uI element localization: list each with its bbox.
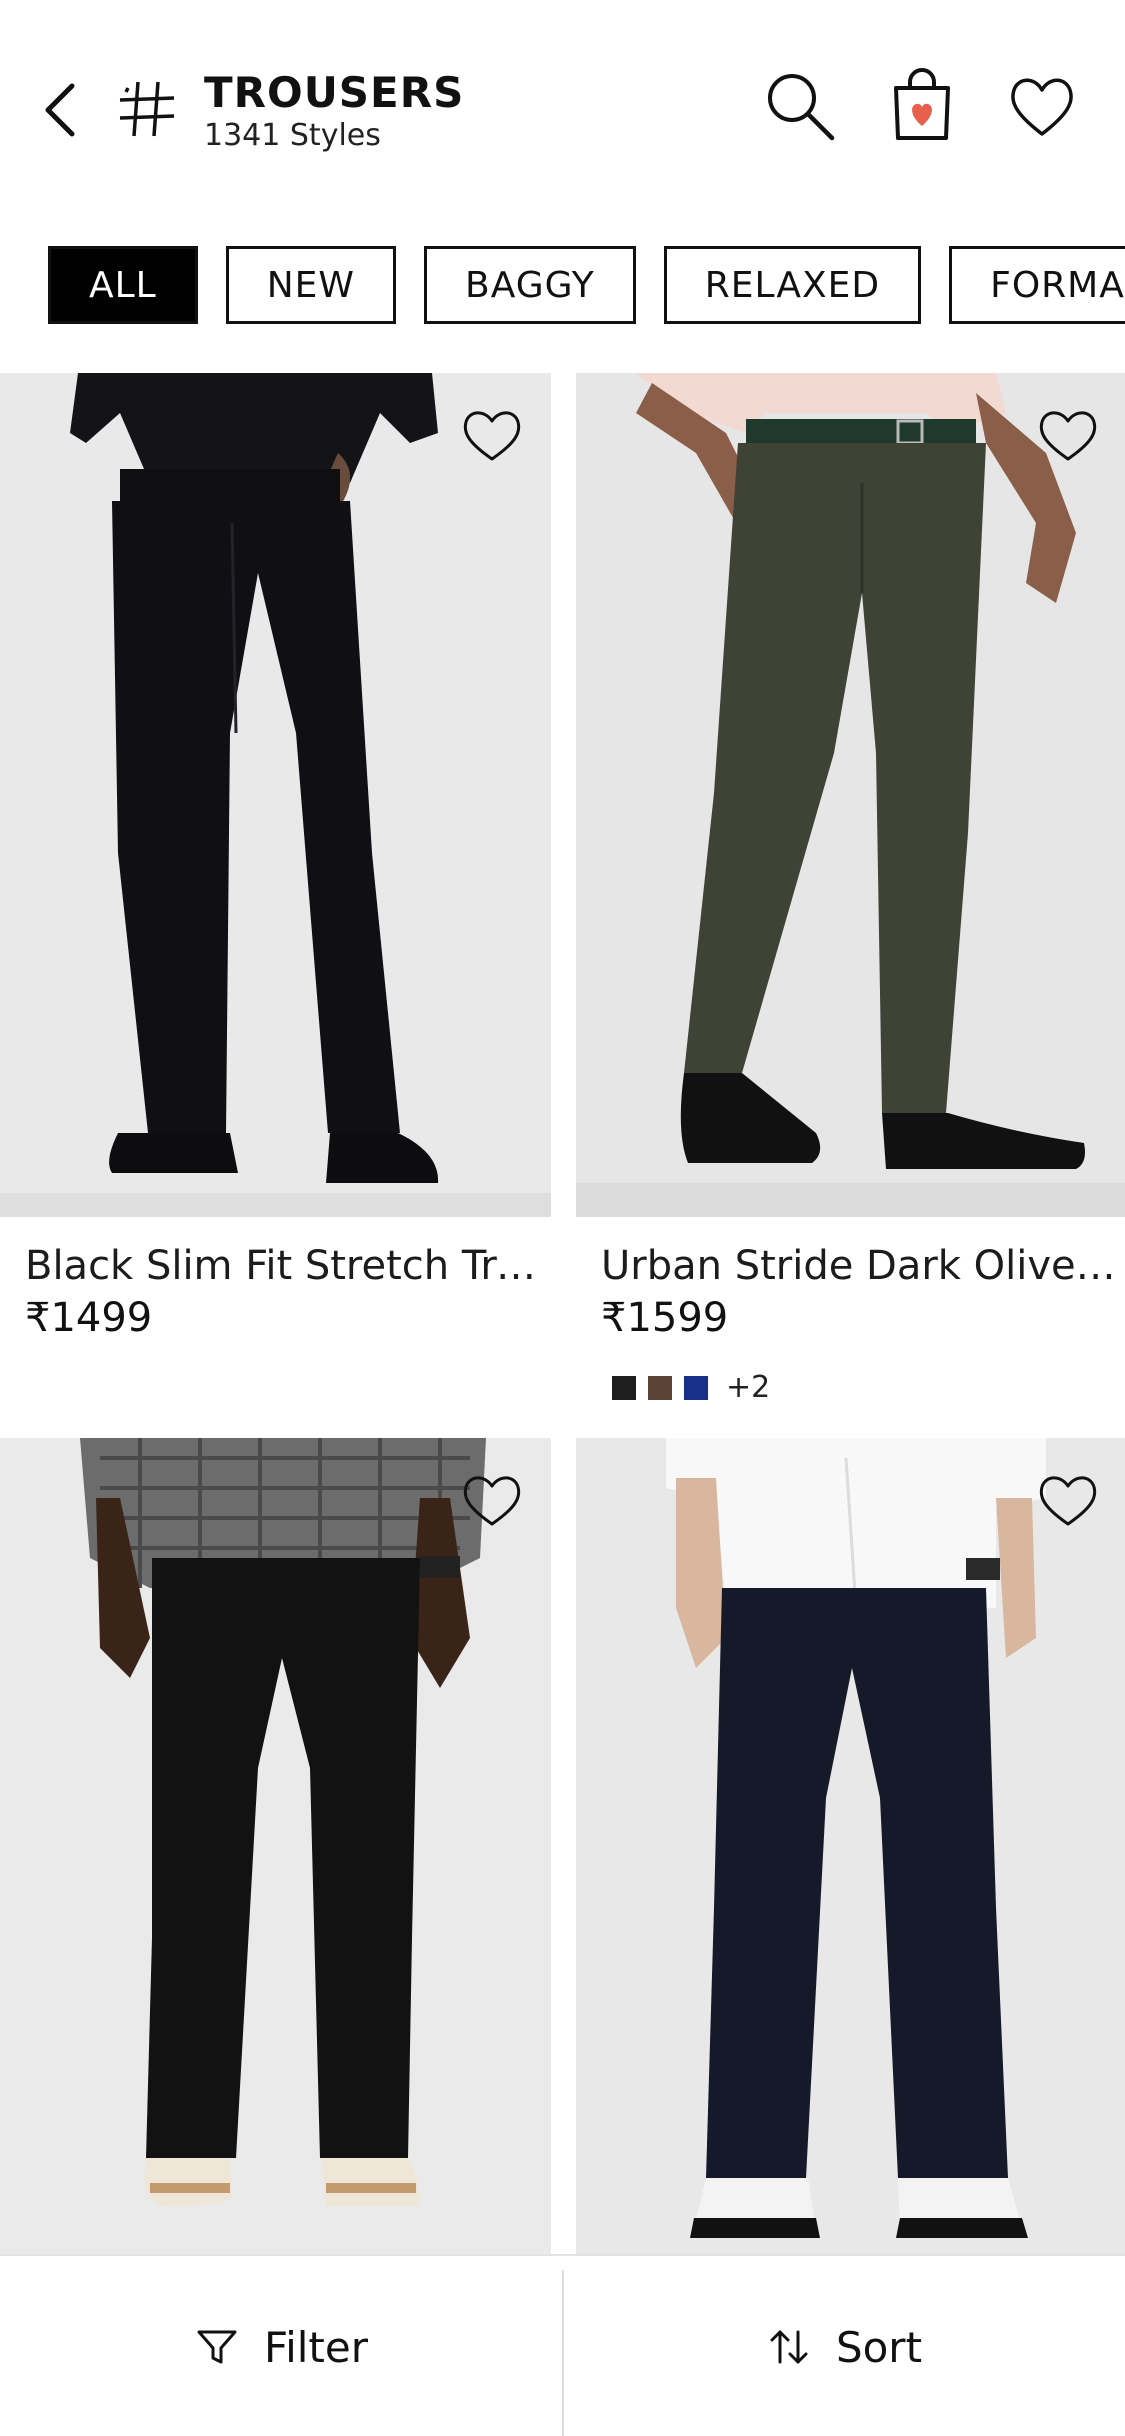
sort-label: Sort — [835, 2322, 923, 2372]
color-swatch[interactable] — [612, 1375, 636, 1400]
product-image[interactable] — [0, 1438, 551, 2254]
hash-icon — [119, 81, 175, 137]
color-swatches[interactable]: +2 — [612, 1370, 770, 1405]
wishlist-heart-icon[interactable] — [1035, 1468, 1101, 1530]
color-swatch[interactable] — [648, 1375, 672, 1400]
chip-baggy[interactable]: BAGGY — [424, 246, 636, 324]
shopping-bag-icon[interactable] — [882, 66, 962, 146]
filter-button[interactable]: Filter — [0, 2256, 562, 2436]
product-card[interactable] — [576, 1438, 1125, 2254]
more-colors-count[interactable]: +2 — [726, 1370, 770, 1405]
wishlist-heart-icon[interactable] — [459, 403, 525, 465]
product-image[interactable] — [0, 373, 551, 1217]
heart-icon[interactable] — [1002, 66, 1082, 146]
product-name[interactable]: Black Slim Fit Stretch Tro... — [25, 1241, 545, 1291]
filter-label: Filter — [263, 2322, 368, 2372]
product-card[interactable]: Urban Stride Dark Olive ... ₹1599 — [576, 373, 1125, 1433]
page-title-block: TROUSERS 1341 Styles — [204, 68, 464, 154]
chevron-left-icon[interactable] — [36, 78, 86, 142]
chip-all[interactable]: ALL — [48, 246, 198, 324]
bottom-action-bar: Filter Sort — [0, 2254, 1125, 2436]
category-chips: ALL NEW BAGGY RELAXED FORMAL — [48, 246, 1125, 324]
app-header: TROUSERS 1341 Styles — [0, 0, 1125, 220]
wishlist-heart-icon[interactable] — [459, 1468, 525, 1530]
trousers-photo — [576, 373, 1125, 1217]
product-card[interactable] — [0, 1438, 551, 2254]
trousers-photo — [0, 1438, 551, 2254]
wishlist-heart-icon[interactable] — [1035, 403, 1101, 465]
product-image[interactable] — [576, 373, 1125, 1217]
chip-relaxed[interactable]: RELAXED — [663, 246, 922, 324]
product-image[interactable] — [576, 1438, 1125, 2254]
styles-count: 1341 Styles — [204, 118, 381, 153]
sort-button[interactable]: Sort — [563, 2256, 1125, 2436]
product-price: ₹1599 — [601, 1295, 729, 1341]
color-swatch[interactable] — [684, 1375, 708, 1400]
chip-new[interactable]: NEW — [225, 246, 397, 324]
search-icon[interactable] — [760, 66, 840, 146]
filter-icon — [197, 2330, 237, 2364]
chip-formal[interactable]: FORMAL — [949, 246, 1125, 324]
sort-icon — [770, 2330, 808, 2364]
trousers-photo — [576, 1438, 1125, 2254]
product-card[interactable]: Black Slim Fit Stretch Tro... ₹1499 — [0, 373, 551, 1373]
trousers-photo — [0, 373, 551, 1217]
page-title: TROUSERS — [204, 68, 465, 117]
product-name[interactable]: Urban Stride Dark Olive ... — [601, 1241, 1121, 1291]
product-price: ₹1499 — [25, 1295, 153, 1341]
